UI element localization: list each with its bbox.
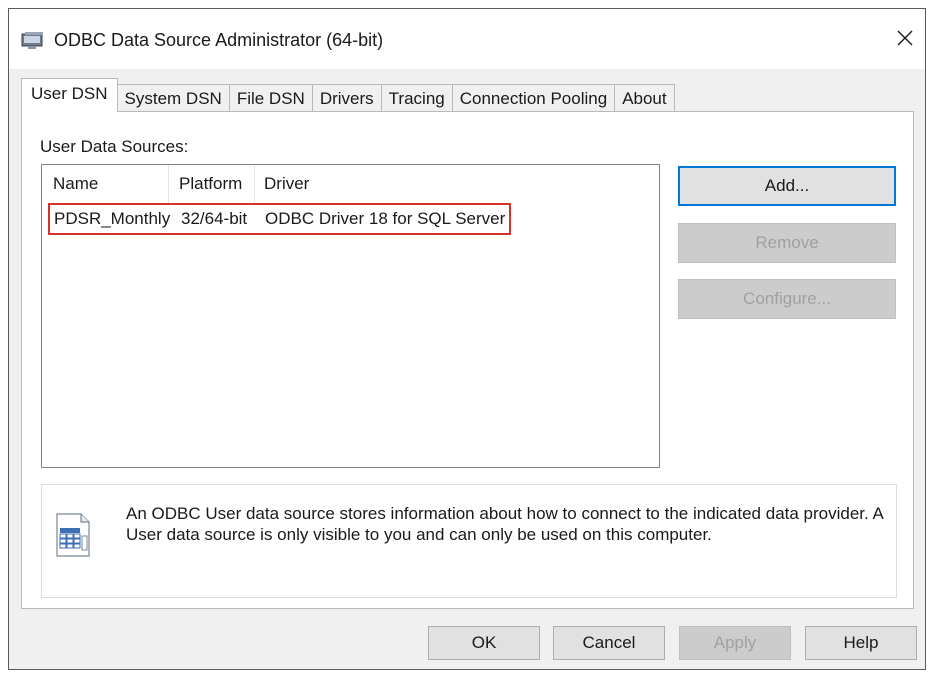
row-platform: 32/64-bit <box>181 209 248 228</box>
close-icon <box>896 29 914 52</box>
tab-strip: User DSN System DSN File DSN Drivers Tra… <box>21 78 675 112</box>
row-name: PDSR_Monthly <box>54 209 171 228</box>
odbc-admin-window: ODBC Data Source Administrator (64-bit) … <box>8 8 926 670</box>
data-source-list[interactable]: Name Platform Driver PDSR_Monthly 32/64-… <box>41 164 660 468</box>
tab-connection-pooling[interactable]: Connection Pooling <box>452 84 616 112</box>
row-driver: ODBC Driver 18 for SQL Server <box>265 209 506 228</box>
list-item[interactable]: PDSR_Monthly 32/64-bit ODBC Driver 18 fo… <box>48 203 512 235</box>
window-title: ODBC Data Source Administrator (64-bit) <box>54 30 384 50</box>
column-header-name[interactable]: Name <box>42 165 169 203</box>
close-button[interactable] <box>885 23 925 57</box>
ok-button[interactable]: OK <box>428 626 540 660</box>
dialog-body: User DSN System DSN File DSN Drivers Tra… <box>9 69 925 669</box>
column-header-driver[interactable]: Driver <box>255 165 659 203</box>
data-source-info-icon <box>53 512 93 558</box>
tab-tracing[interactable]: Tracing <box>381 84 453 112</box>
cancel-button[interactable]: Cancel <box>553 626 665 660</box>
add-button[interactable]: Add... <box>678 166 896 206</box>
info-box: An ODBC User data source stores informat… <box>41 484 897 598</box>
configure-button[interactable]: Configure... <box>678 279 896 319</box>
title-bar: ODBC Data Source Administrator (64-bit) <box>9 9 925 69</box>
user-data-sources-label: User Data Sources: <box>40 137 189 156</box>
remove-button[interactable]: Remove <box>678 223 896 263</box>
tab-drivers[interactable]: Drivers <box>312 84 382 112</box>
tab-file-dsn[interactable]: File DSN <box>229 84 313 112</box>
tab-about[interactable]: About <box>615 84 675 112</box>
tab-user-dsn[interactable]: User DSN <box>21 78 118 112</box>
odbc-app-icon <box>21 31 45 51</box>
help-button[interactable]: Help <box>805 626 917 660</box>
column-header-platform[interactable]: Platform <box>169 165 255 203</box>
user-dsn-panel: User Data Sources: Name Platform Driver … <box>21 111 914 609</box>
apply-button[interactable]: Apply <box>679 626 791 660</box>
tab-system-dsn[interactable]: System DSN <box>117 84 230 112</box>
list-header: Name Platform Driver <box>42 165 659 203</box>
info-description: An ODBC User data source stores informat… <box>126 504 883 544</box>
